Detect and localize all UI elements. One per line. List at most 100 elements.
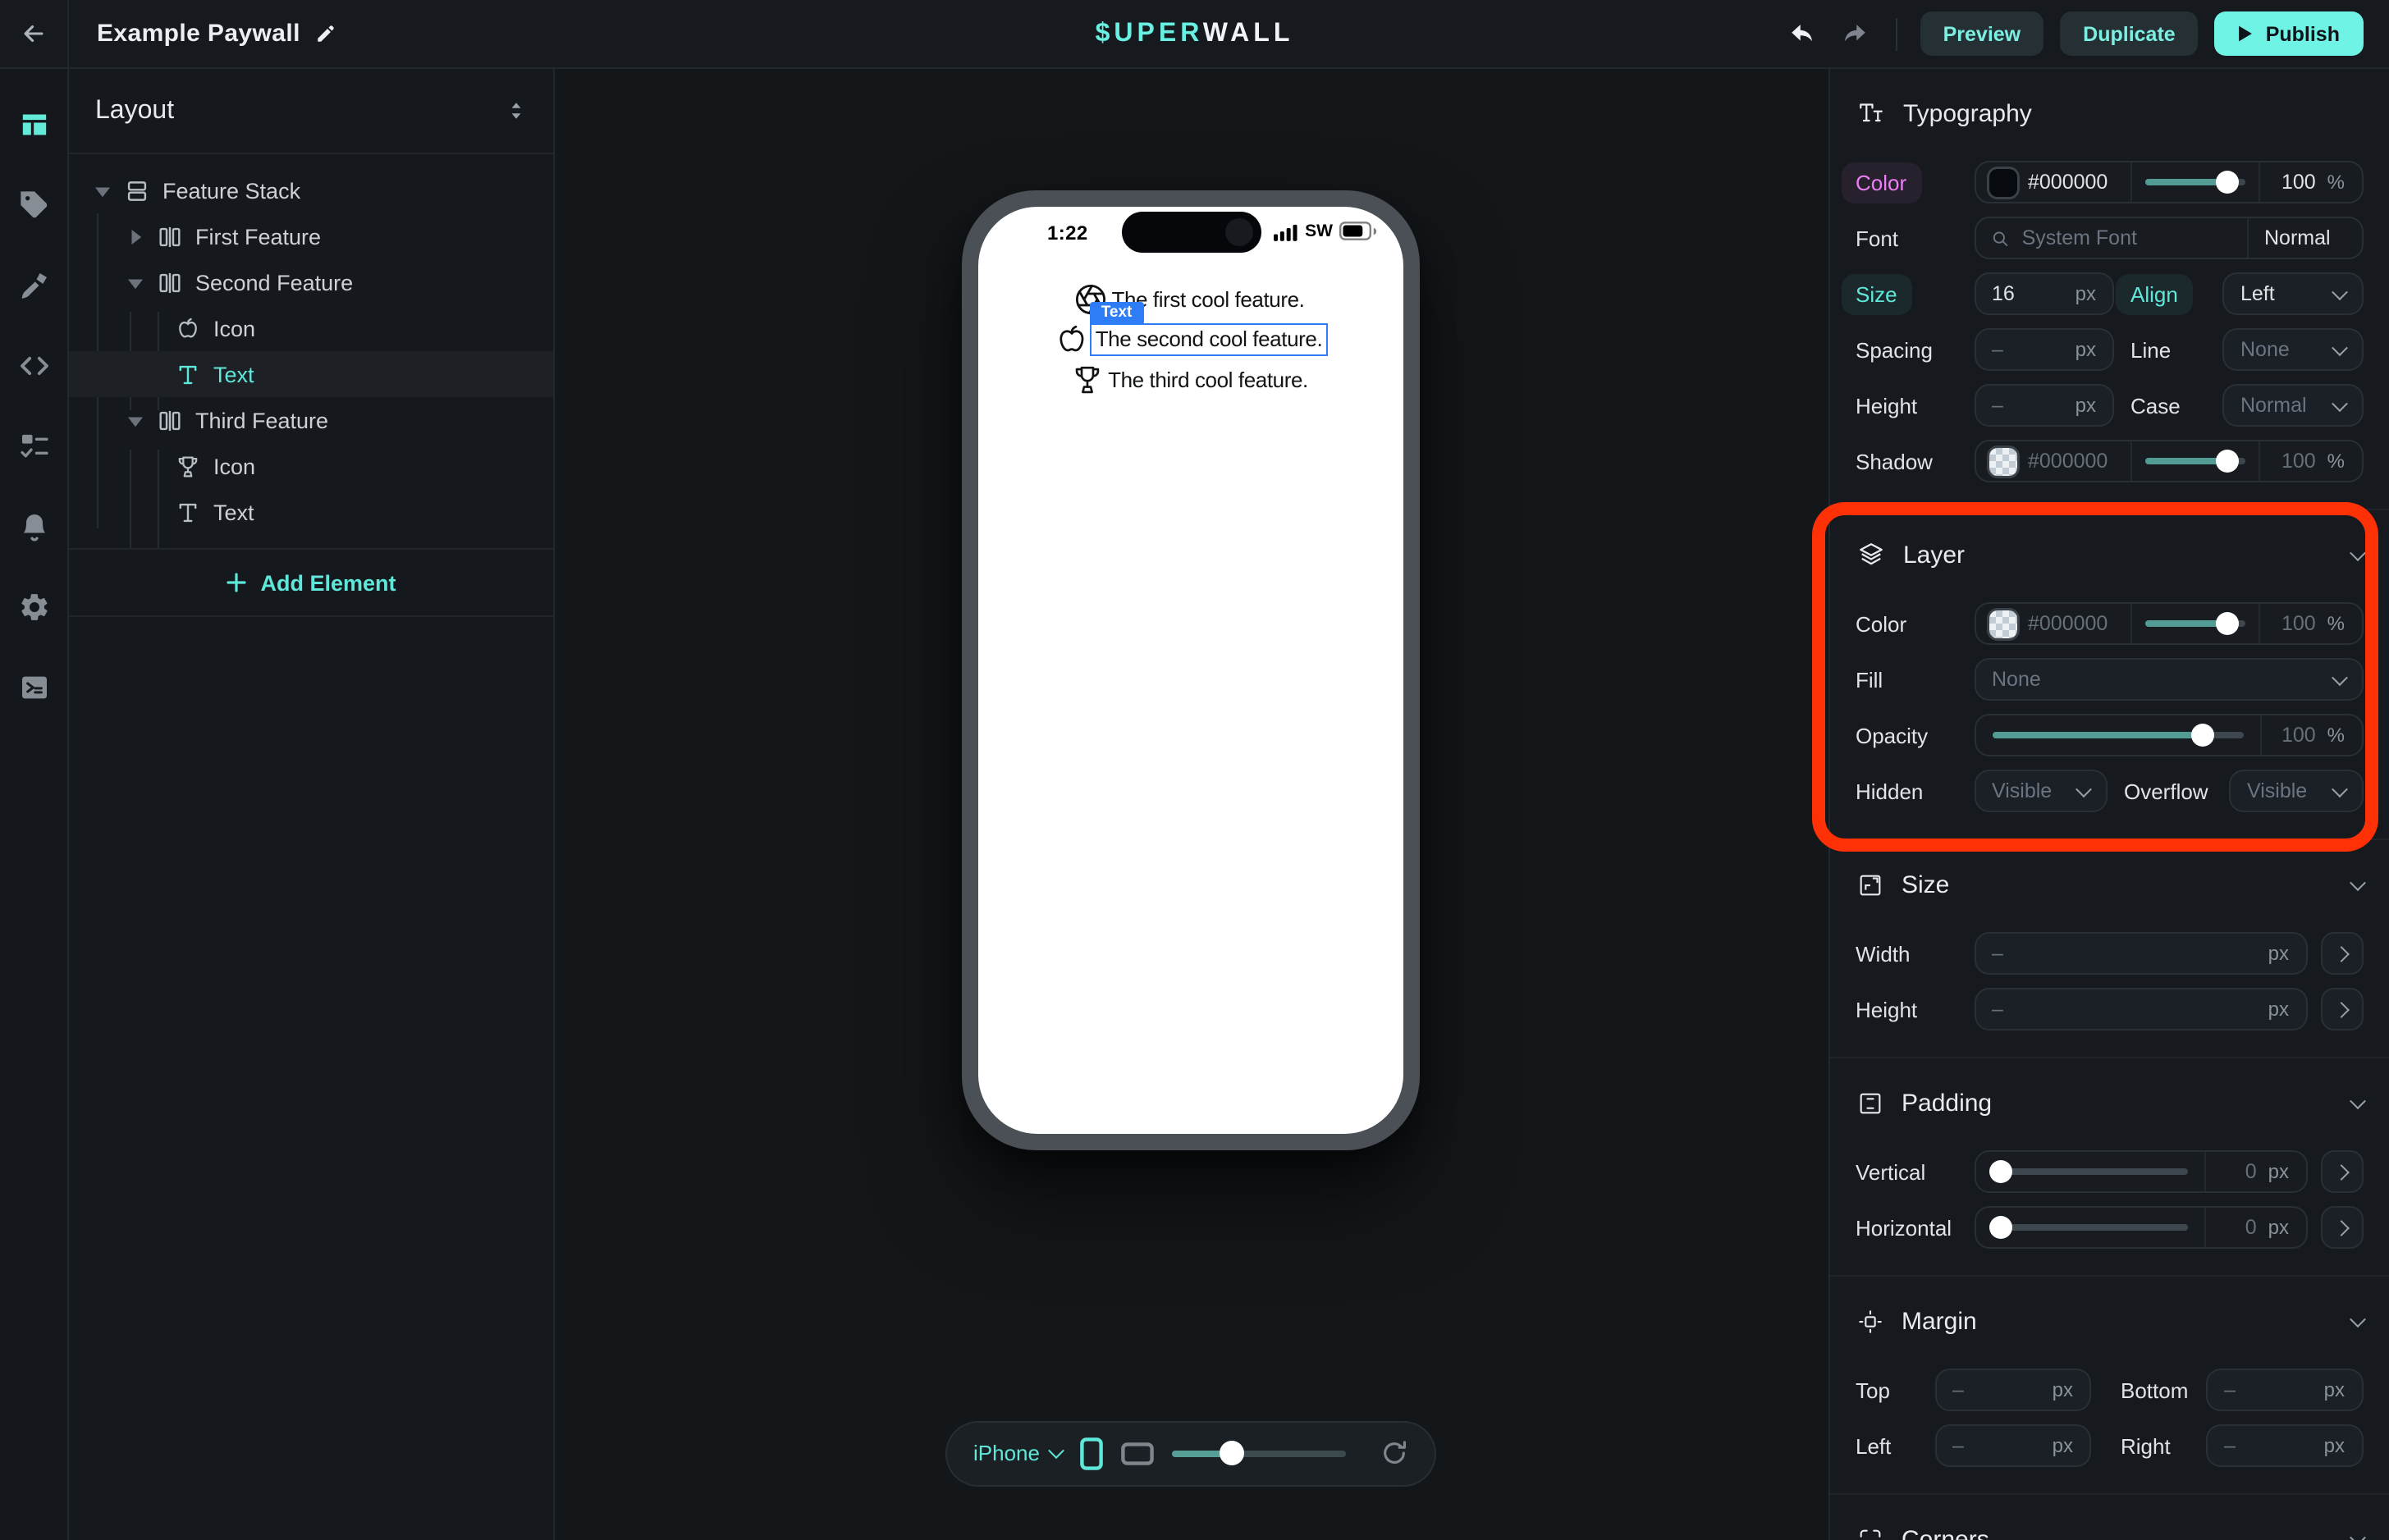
- publish-button[interactable]: Publish: [2215, 11, 2363, 56]
- align-select[interactable]: Left: [2222, 272, 2363, 315]
- battery-icon: [1339, 222, 1377, 241]
- sort-button[interactable]: [506, 98, 527, 123]
- margin-bottom-field[interactable]: – px: [2206, 1369, 2363, 1411]
- shadow-opacity-slider[interactable]: [2139, 441, 2251, 481]
- hidden-select[interactable]: Visible: [1974, 770, 2108, 812]
- layer-color-hex[interactable]: #000000: [2028, 612, 2108, 635]
- width-expand-button[interactable]: [2320, 932, 2363, 975]
- statusbar-right: SW: [1274, 222, 1377, 241]
- tree-item-first-feature[interactable]: First Feature: [69, 213, 553, 259]
- add-element-button[interactable]: Add Element: [226, 570, 396, 595]
- landscape-button[interactable]: [1122, 1442, 1155, 1465]
- layer-color-opacity-value[interactable]: 100: [2281, 612, 2316, 635]
- color-swatch[interactable]: [1989, 168, 2016, 196]
- padding-horizontal-slider[interactable]: [1985, 1208, 2194, 1247]
- preview-button[interactable]: Preview: [1920, 11, 2044, 56]
- height-expand-button[interactable]: [2320, 988, 2363, 1030]
- padding-vertical-expand-button[interactable]: [2320, 1150, 2363, 1193]
- font-size-field[interactable]: 16 px: [1974, 272, 2114, 315]
- layer-color-opacity-slider[interactable]: [2139, 604, 2251, 643]
- sidebar-item-code[interactable]: [17, 350, 50, 382]
- sidebar-item-checklist[interactable]: [17, 430, 50, 463]
- expand-toggle[interactable]: [125, 275, 144, 290]
- selected-element-outline[interactable]: Text The second cool feature.: [1091, 323, 1328, 356]
- sidebar-item-styles[interactable]: [17, 269, 50, 302]
- device-select[interactable]: iPhone: [973, 1441, 1063, 1465]
- tree-item-feature-stack[interactable]: Feature Stack: [69, 167, 553, 213]
- margin-left-field[interactable]: – px: [1934, 1424, 2091, 1467]
- text-icon: [174, 360, 202, 388]
- percent-unit: %: [2327, 612, 2345, 635]
- canvas[interactable]: 1:22 SW The first cool feature. Te: [556, 69, 1828, 1540]
- size-label[interactable]: Size: [1841, 273, 1912, 314]
- back-button[interactable]: [0, 0, 69, 68]
- padding-horizontal-expand-button[interactable]: [2320, 1206, 2363, 1249]
- padding-vertical-slider[interactable]: [1985, 1152, 2194, 1191]
- slider-knob[interactable]: [1220, 1441, 1244, 1465]
- color-opacity-slider[interactable]: [2139, 162, 2251, 202]
- trophy-icon: [1070, 363, 1105, 397]
- redo-button[interactable]: [1837, 16, 1873, 52]
- edit-title-button[interactable]: [315, 23, 336, 44]
- layer-header[interactable]: Layer: [1856, 530, 2363, 579]
- undo-button[interactable]: [1784, 16, 1820, 52]
- tree-item-third-feature[interactable]: Third Feature: [69, 397, 553, 443]
- feature-row-3[interactable]: The third cool feature.: [1070, 363, 1311, 397]
- sidebar-item-notifications[interactable]: [17, 510, 50, 543]
- padding-header[interactable]: Padding: [1856, 1078, 2363, 1127]
- sidebar-item-layout[interactable]: [17, 108, 50, 141]
- opacity-slider[interactable]: [1985, 715, 2249, 755]
- case-select[interactable]: Normal: [2222, 384, 2363, 427]
- px-unit: px: [2268, 998, 2289, 1021]
- margin-top-field[interactable]: – px: [1934, 1369, 2091, 1411]
- line-select[interactable]: None: [2222, 328, 2363, 371]
- letter-spacing-field[interactable]: – px: [1974, 328, 2114, 371]
- feature-text[interactable]: The third cool feature.: [1105, 364, 1311, 395]
- refresh-button[interactable]: [1380, 1439, 1408, 1467]
- line-height-field[interactable]: – px: [1974, 384, 2114, 427]
- tree-item-text-selected[interactable]: Text: [69, 351, 553, 397]
- corners-header[interactable]: Corners: [1856, 1515, 2363, 1540]
- font-weight-select[interactable]: Normal: [2246, 218, 2361, 258]
- duplicate-button[interactable]: Duplicate: [2060, 11, 2199, 56]
- shadow-color-swatch[interactable]: [1989, 447, 2016, 475]
- height-field[interactable]: – px: [1974, 988, 2307, 1030]
- sidebar-item-products[interactable]: [17, 189, 50, 222]
- layer-color-swatch[interactable]: [1989, 610, 2016, 637]
- margin-left-label: Left: [1856, 1433, 1921, 1458]
- opacity-row: Opacity 100 %: [1856, 714, 2363, 756]
- expand-toggle[interactable]: [125, 413, 144, 427]
- expand-toggle[interactable]: [92, 183, 112, 198]
- feature-row-2[interactable]: Text The second cool feature.: [1055, 322, 1328, 358]
- overflow-select[interactable]: Visible: [2229, 770, 2363, 812]
- shadow-hex-value[interactable]: #000000: [2028, 450, 2108, 473]
- portrait-button[interactable]: [1081, 1437, 1104, 1469]
- sidebar-item-terminal[interactable]: [17, 671, 50, 704]
- expand-toggle[interactable]: [125, 229, 144, 244]
- margin-right-field[interactable]: – px: [2206, 1424, 2363, 1467]
- width-field[interactable]: – px: [1974, 932, 2307, 975]
- padding-horizontal-value[interactable]: 0: [2245, 1216, 2257, 1239]
- color-hex-value[interactable]: #000000: [2028, 171, 2108, 194]
- tree-item-text[interactable]: Text: [69, 489, 553, 535]
- tree-item-label: Text: [213, 500, 254, 524]
- tree-item-icon[interactable]: Icon: [69, 305, 553, 351]
- shadow-opacity-value[interactable]: 100: [2281, 450, 2316, 473]
- padding-vertical-value[interactable]: 0: [2245, 1160, 2257, 1183]
- margin-header[interactable]: Margin: [1856, 1296, 2363, 1346]
- font-search[interactable]: [1975, 218, 2246, 258]
- typography-header[interactable]: Typography: [1856, 89, 2363, 138]
- size-header[interactable]: Size: [1856, 860, 2363, 909]
- feature-text-selected[interactable]: The second cool feature.: [1092, 325, 1326, 353]
- color-label[interactable]: Color: [1841, 162, 1921, 203]
- font-search-input[interactable]: [2022, 226, 2231, 249]
- zoom-slider[interactable]: [1173, 1440, 1347, 1466]
- opacity-value[interactable]: 100: [2281, 724, 2316, 747]
- sidebar-item-settings[interactable]: [17, 591, 50, 624]
- fill-select[interactable]: None: [1974, 658, 2363, 701]
- align-label[interactable]: Align: [2116, 273, 2193, 314]
- tree-item-second-feature[interactable]: Second Feature: [69, 259, 553, 305]
- color-opacity-value[interactable]: 100: [2281, 171, 2316, 194]
- tree-item-icon[interactable]: Icon: [69, 443, 553, 489]
- paywall-screen[interactable]: 1:22 SW The first cool feature. Te: [978, 207, 1403, 1134]
